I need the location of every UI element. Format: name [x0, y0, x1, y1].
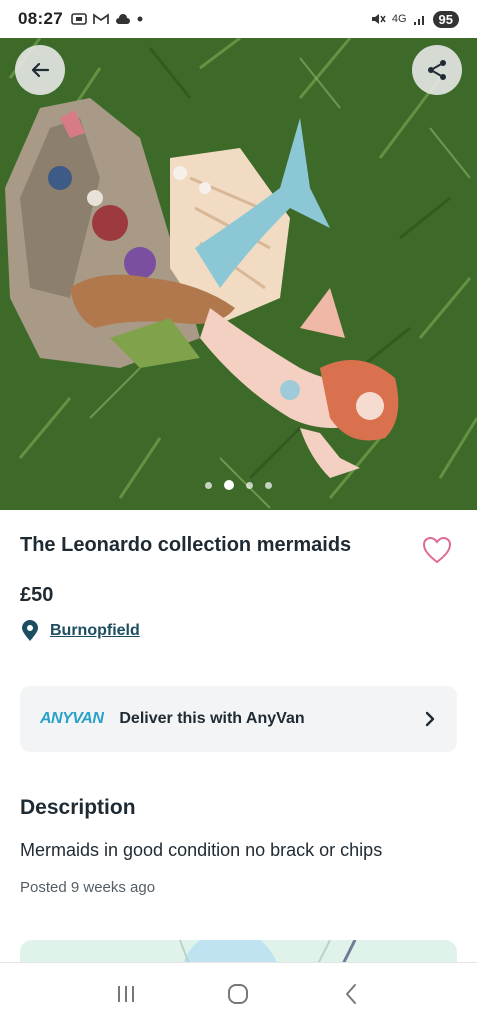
listing-photo [0, 38, 477, 510]
back-button[interactable] [15, 45, 65, 95]
anyvan-label: Deliver this with AnyVan [119, 710, 305, 727]
chevron-right-icon [425, 711, 435, 727]
description-heading: Description [20, 796, 136, 819]
home-icon [228, 983, 249, 1004]
recents-button[interactable] [106, 974, 146, 1014]
listing-title: The Leonardo collection mermaids [20, 534, 352, 556]
network-type: 4G [391, 13, 407, 25]
notification-icons [71, 12, 143, 26]
location-link[interactable]: Burnopfield [20, 620, 140, 642]
screenshot-icon [71, 13, 87, 25]
anyvan-logo: ANYVAN [40, 710, 104, 727]
listing-price: £50 [20, 584, 54, 606]
carousel-indicator [0, 480, 477, 490]
carousel-dot-active[interactable] [224, 480, 234, 490]
map-pin-icon [22, 620, 38, 641]
favourite-button[interactable] [422, 536, 454, 566]
share-icon [428, 60, 446, 80]
carousel-dot[interactable] [205, 481, 212, 489]
back-nav-button[interactable] [331, 974, 371, 1014]
listing-image-carousel[interactable] [0, 38, 477, 510]
system-nav-bar [0, 962, 477, 1024]
home-button[interactable] [218, 974, 258, 1014]
signal-icon [413, 16, 424, 25]
description-body: Mermaids in good condition no brack or c… [20, 840, 383, 860]
status-bar: 08:27 4G 95 [0, 0, 477, 38]
carousel-dot[interactable] [265, 481, 272, 489]
heart-outline-icon [422, 536, 452, 564]
gmail-icon [93, 13, 109, 24]
dot-icon [137, 16, 143, 22]
carousel-dot[interactable] [246, 481, 253, 489]
battery-level: 95 [432, 10, 459, 28]
share-button[interactable] [412, 45, 462, 95]
anyvan-delivery-button[interactable]: ANYVAN Deliver this with AnyVan [20, 686, 457, 752]
arrow-left-icon [31, 62, 50, 78]
location-text[interactable]: Burnopfield [50, 622, 140, 640]
mute-icon [371, 14, 386, 24]
recents-icon [118, 985, 135, 1002]
posted-time: Posted 9 weeks ago [20, 879, 156, 896]
back-nav-icon [345, 983, 356, 1004]
cloud-icon [115, 13, 130, 24]
status-time: 08:27 [18, 9, 63, 28]
